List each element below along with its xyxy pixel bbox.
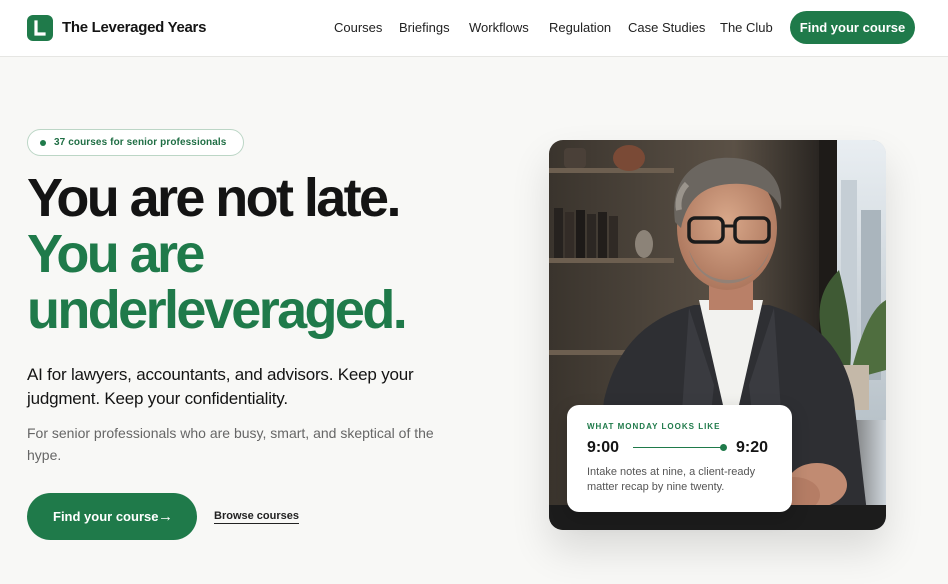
courses-count-badge: 37 courses for senior professionals — [27, 129, 244, 156]
monday-card: WHAT MONDAY LOOKS LIKE 9:00 9:20 Intake … — [567, 405, 792, 512]
card-label: WHAT MONDAY LOOKS LIKE — [587, 422, 721, 431]
headline-line-1: You are not late. — [27, 168, 401, 228]
find-course-button[interactable]: Find your course → — [27, 493, 197, 540]
nav-find-course-button[interactable]: Find your course — [790, 11, 915, 44]
nav-link-the-club[interactable]: The Club — [720, 20, 773, 35]
status-dot-icon — [40, 140, 46, 146]
arrow-right-icon: → — [158, 508, 173, 525]
headline-line-3: underleveraged. — [27, 280, 408, 340]
brand-name[interactable]: The Leveraged Years — [62, 19, 206, 36]
nav-link-briefings[interactable]: Briefings — [399, 20, 450, 35]
browse-courses-link[interactable]: Browse courses — [214, 510, 299, 524]
badge-text: 37 courses for senior professionals — [54, 137, 227, 148]
nav-link-case-studies[interactable]: Case Studies — [628, 20, 705, 35]
card-text: Intake notes at nine, a client-ready mat… — [587, 466, 756, 493]
nav-link-workflows[interactable]: Workflows — [469, 20, 529, 35]
hero-headline: You are not late. You are underleveraged… — [27, 170, 547, 338]
find-course-label: Find your course — [53, 509, 159, 524]
logo-icon[interactable] — [27, 15, 53, 41]
timeline-line — [633, 447, 723, 448]
nav-link-courses[interactable]: Courses — [334, 20, 382, 35]
hero-lede: AI for lawyers, accountants, and advisor… — [27, 365, 414, 408]
card-time-start: 9:00 — [587, 439, 620, 456]
card-time-end: 9:20 — [736, 439, 769, 456]
nav-link-regulation[interactable]: Regulation — [549, 20, 611, 35]
timeline-dot-icon — [720, 444, 727, 451]
hero-subtext: For senior professionals who are busy, s… — [27, 425, 434, 463]
headline-line-2: You are — [27, 224, 205, 284]
top-nav: The Leveraged Years Courses Briefings Wo… — [0, 0, 948, 57]
